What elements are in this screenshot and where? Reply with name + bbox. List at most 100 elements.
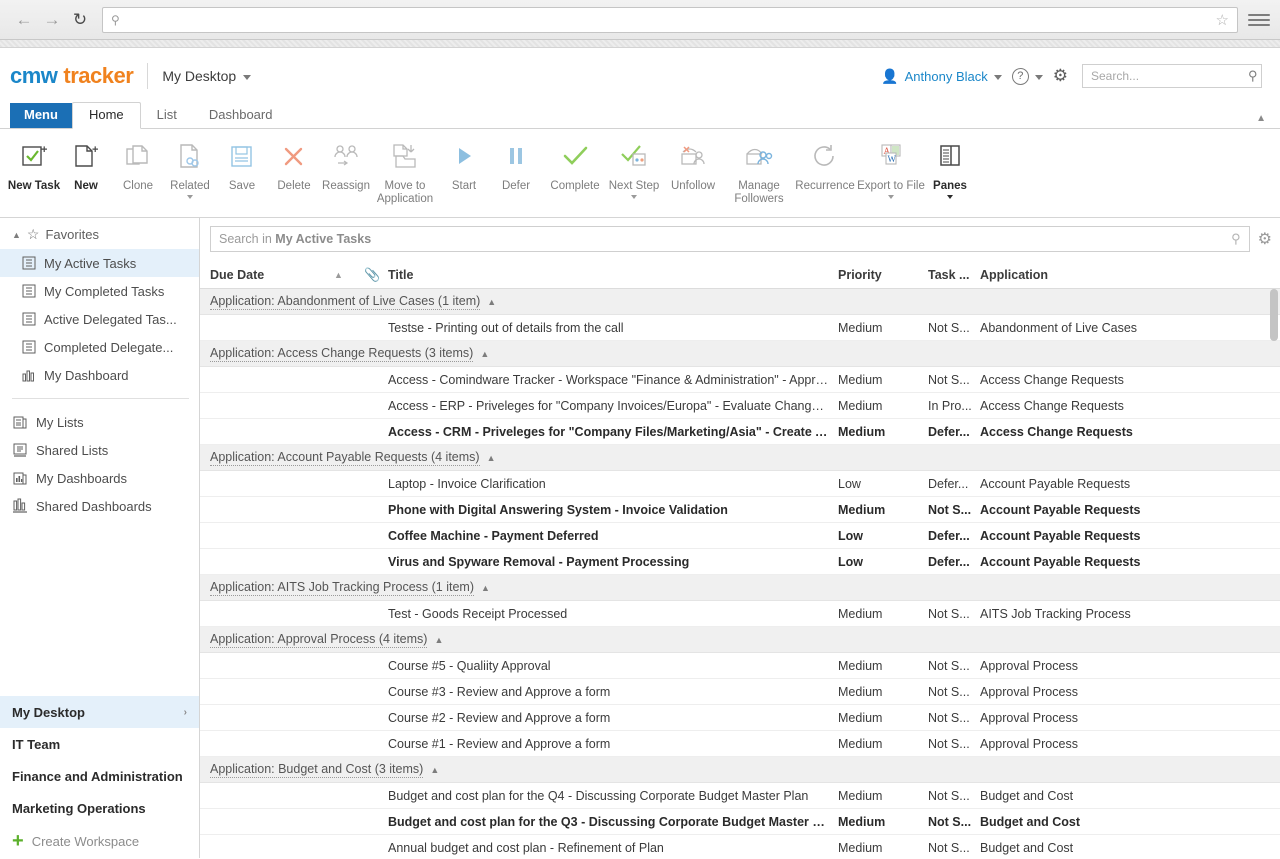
sidebar-item-my-active-tasks[interactable]: My Active Tasks xyxy=(0,249,199,277)
vertical-scrollbar[interactable] xyxy=(1270,289,1278,341)
back-arrow-icon[interactable]: ← xyxy=(10,6,38,34)
table-row[interactable]: Budget and cost plan for the Q4 - Discus… xyxy=(200,783,1280,809)
ribbon-button-start[interactable]: Start xyxy=(438,137,490,193)
hamburger-menu-icon[interactable] xyxy=(1248,9,1270,31)
gear-icon[interactable]: ⚙ xyxy=(1053,66,1068,86)
table-row[interactable]: Course #1 - Review and Approve a formMed… xyxy=(200,731,1280,757)
reload-icon[interactable]: ↻ xyxy=(66,6,94,34)
tab-dashboard[interactable]: Dashboard xyxy=(193,103,289,128)
list-search-box[interactable]: Search in My Active Tasks ⚲ xyxy=(210,226,1250,252)
help-menu[interactable]: ? xyxy=(1012,68,1043,85)
group-header-row[interactable]: Application: Account Payable Requests (4… xyxy=(200,445,1280,471)
ribbon-button-reassign[interactable]: Reassign xyxy=(320,137,372,193)
sidebar-item-shared-dashboards[interactable]: Shared Dashboards xyxy=(0,492,199,520)
chevron-up-icon[interactable]: ▲ xyxy=(487,453,496,463)
search-icon[interactable]: ⚲ xyxy=(1248,68,1258,84)
app-logo[interactable]: cmw tracker xyxy=(10,63,133,89)
ribbon-button-new[interactable]: +New xyxy=(60,137,112,193)
chevron-down-icon[interactable] xyxy=(947,195,953,199)
star-icon[interactable]: ☆ xyxy=(1216,11,1229,29)
sidebar-item-active-delegated-tas[interactable]: Active Delegated Tas... xyxy=(0,305,199,333)
group-header-row[interactable]: Application: Abandonment of Live Cases (… xyxy=(200,289,1280,315)
user-menu[interactable]: 👤 Anthony Black xyxy=(881,68,1002,85)
sidebar-item-my-completed-tasks[interactable]: My Completed Tasks xyxy=(0,277,199,305)
forward-arrow-icon[interactable]: → xyxy=(38,6,66,34)
ribbon-button-recurrence[interactable]: Recurrence xyxy=(792,137,858,193)
search-icon[interactable]: ⚲ xyxy=(1231,231,1241,247)
table-row[interactable]: Laptop - Invoice ClarificationLowDefer..… xyxy=(200,471,1280,497)
table-row[interactable]: Course #2 - Review and Approve a formMed… xyxy=(200,705,1280,731)
cell-priority: Low xyxy=(838,477,928,491)
chevron-down-icon[interactable] xyxy=(888,195,894,199)
column-header-priority[interactable]: Priority xyxy=(838,268,928,282)
url-input[interactable] xyxy=(126,12,1210,28)
table-row[interactable]: Access - ERP - Priveleges for "Company I… xyxy=(200,393,1280,419)
chevron-up-icon[interactable]: ▲ xyxy=(430,765,439,775)
ribbon-button-save[interactable]: Save xyxy=(216,137,268,193)
ribbon-button-next-step[interactable]: Next Step xyxy=(608,137,660,199)
paperclip-icon[interactable]: 📎 xyxy=(364,267,388,283)
table-row[interactable]: Test - Goods Receipt ProcessedMediumNot … xyxy=(200,601,1280,627)
sidebar-item-my-dashboards[interactable]: My Dashboards xyxy=(0,464,199,492)
table-row[interactable]: Course #3 - Review and Approve a formMed… xyxy=(200,679,1280,705)
table-row[interactable]: Access - CRM - Priveleges for "Company F… xyxy=(200,419,1280,445)
ribbon-button-manage-followers[interactable]: Manage Followers xyxy=(726,137,792,205)
list-settings-gear-icon[interactable]: ⚙ xyxy=(1258,229,1272,249)
chevron-up-icon[interactable]: ▲ xyxy=(480,349,489,359)
ribbon-button-move-to-application[interactable]: Move to Application xyxy=(372,137,438,205)
ribbon-button-clone[interactable]: Clone xyxy=(112,137,164,193)
sidebar-item-shared-lists[interactable]: Shared Lists xyxy=(0,436,199,464)
ribbon-button-export-to-file[interactable]: AWExport to File xyxy=(858,137,924,199)
group-header-row[interactable]: Application: Approval Process (4 items)▲ xyxy=(200,627,1280,653)
workspace-item-marketing-operations[interactable]: Marketing Operations xyxy=(0,792,199,824)
cell-priority: Low xyxy=(838,555,928,569)
chevron-up-icon[interactable]: ▲ xyxy=(487,297,496,307)
sort-ascending-icon[interactable]: ▲ xyxy=(330,270,364,280)
global-search[interactable]: ⚲ xyxy=(1082,64,1262,88)
ribbon-button-defer[interactable]: Defer xyxy=(490,137,542,193)
ribbon-button-unfollow[interactable]: Unfollow xyxy=(660,137,726,193)
tab-home[interactable]: Home xyxy=(72,102,141,129)
group-header-row[interactable]: Application: Access Change Requests (3 i… xyxy=(200,341,1280,367)
column-header-task[interactable]: Task ... xyxy=(928,268,980,282)
tab-menu[interactable]: Menu xyxy=(10,103,72,128)
column-header-title[interactable]: Title xyxy=(388,268,838,282)
chevron-up-icon[interactable]: ▲ xyxy=(1256,113,1266,124)
table-row[interactable]: Testse - Printing out of details from th… xyxy=(200,315,1280,341)
workspace-selector[interactable]: My Desktop xyxy=(162,68,251,84)
ribbon-button-panes[interactable]: Panes xyxy=(924,137,976,199)
column-header-application[interactable]: Application xyxy=(980,268,1280,282)
app-header: cmw tracker My Desktop 👤 Anthony Black ?… xyxy=(0,48,1280,104)
ribbon-button-delete[interactable]: Delete xyxy=(268,137,320,193)
table-row[interactable]: Budget and cost plan for the Q3 - Discus… xyxy=(200,809,1280,835)
chevron-up-icon[interactable]: ▲ xyxy=(481,583,490,593)
group-header-row[interactable]: Application: Budget and Cost (3 items)▲ xyxy=(200,757,1280,783)
ribbon-button-new-task[interactable]: +New Task xyxy=(8,137,60,193)
group-header-label: Application: Account Payable Requests (4… xyxy=(210,450,480,466)
table-row[interactable]: Course #5 - Qualiity ApprovalMediumNot S… xyxy=(200,653,1280,679)
table-row[interactable]: Annual budget and cost plan - Refinement… xyxy=(200,835,1280,858)
sidebar-item-completed-delegate[interactable]: Completed Delegate... xyxy=(0,333,199,361)
tab-list[interactable]: List xyxy=(141,103,193,128)
table-row[interactable]: Virus and Spyware Removal - Payment Proc… xyxy=(200,549,1280,575)
address-bar[interactable]: ⚲ ☆ xyxy=(102,7,1238,33)
sidebar-item-my-dashboard[interactable]: My Dashboard xyxy=(0,361,199,389)
group-header-row[interactable]: Application: AITS Job Tracking Process (… xyxy=(200,575,1280,601)
chevron-down-icon[interactable] xyxy=(631,195,637,199)
workspace-item-finance-and-administration[interactable]: Finance and Administration xyxy=(0,760,199,792)
table-row[interactable]: Phone with Digital Answering System - In… xyxy=(200,497,1280,523)
global-search-input[interactable] xyxy=(1089,68,1248,84)
create-workspace-button[interactable]: + Create Workspace xyxy=(0,824,199,858)
sidebar-item-my-lists[interactable]: My Lists xyxy=(0,408,199,436)
chevron-right-icon[interactable]: › xyxy=(184,707,187,718)
favorites-header[interactable]: ▲ ☆ Favorites xyxy=(0,218,199,249)
ribbon-button-complete[interactable]: Complete xyxy=(542,137,608,193)
workspace-item-it-team[interactable]: IT Team xyxy=(0,728,199,760)
table-row[interactable]: Coffee Machine - Payment DeferredLowDefe… xyxy=(200,523,1280,549)
ribbon-button-related[interactable]: Related xyxy=(164,137,216,199)
chevron-up-icon[interactable]: ▲ xyxy=(434,635,443,645)
workspace-item-my-desktop[interactable]: My Desktop› xyxy=(0,696,199,728)
chevron-down-icon[interactable] xyxy=(187,195,193,199)
table-row[interactable]: Access - Comindware Tracker - Workspace … xyxy=(200,367,1280,393)
column-header-due-date[interactable]: Due Date xyxy=(210,268,330,282)
